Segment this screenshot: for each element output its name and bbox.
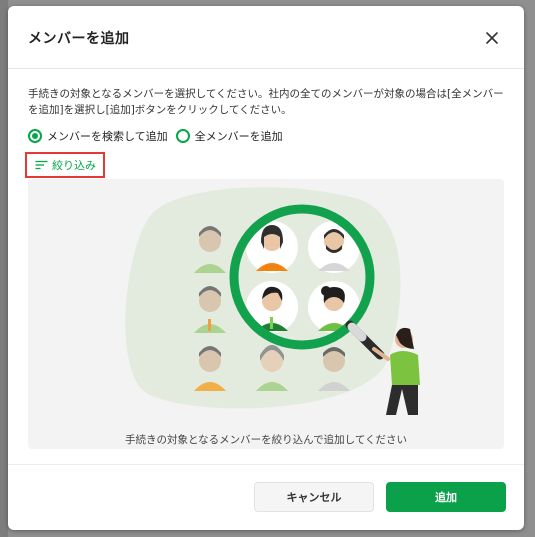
filter-label: 絞り込み <box>52 159 96 172</box>
filter-lines-icon <box>35 160 48 170</box>
dialog-header: メンバーを追加 <box>8 6 524 69</box>
empty-state-caption: 手続きの対象となるメンバーを絞り込んで追加してください <box>124 434 408 446</box>
member-search-illustration <box>125 187 420 415</box>
close-icon <box>486 32 498 44</box>
footer-divider <box>8 464 524 465</box>
filter-button[interactable]: 絞り込み <box>25 152 105 178</box>
radio-label: メンバーを検索して追加 <box>47 130 168 143</box>
dialog-title: メンバーを追加 <box>28 31 130 47</box>
add-mode-radio-group: メンバーを検索して追加 全メンバーを追加 <box>28 127 291 145</box>
radio-search-members[interactable]: メンバーを検索して追加 <box>28 128 168 144</box>
add-member-dialog: メンバーを追加 手続きの対象となるメンバーを選択してください。社内の全てのメンバ… <box>8 6 524 530</box>
radio-selected-indicator <box>28 129 42 143</box>
radio-label: 全メンバーを追加 <box>194 130 283 143</box>
close-button[interactable] <box>482 28 502 48</box>
cancel-button[interactable]: キャンセル <box>254 482 374 512</box>
dialog-description: 手続きの対象となるメンバーを選択してください。社内の全てのメンバーが対象の場合は… <box>28 88 504 116</box>
add-button[interactable]: 追加 <box>386 482 506 512</box>
radio-unselected-indicator <box>175 129 190 143</box>
radio-all-members[interactable]: 全メンバーを追加 <box>175 128 283 144</box>
backdrop <box>0 0 8 537</box>
empty-state-panel: 手続きの対象となるメンバーを絞り込んで追加してください <box>28 179 504 449</box>
